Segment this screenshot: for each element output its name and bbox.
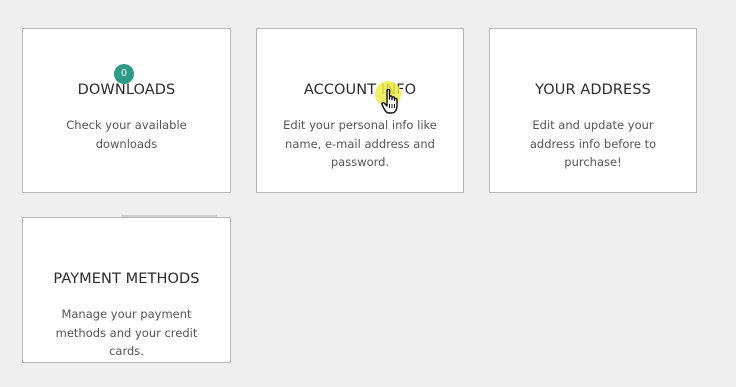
downloads-card[interactable]: DOWNLOADS Check your available downloads <box>22 28 231 193</box>
your-address-title: YOUR ADDRESS <box>535 82 651 98</box>
payment-methods-description: Manage your payment methods and your cre… <box>55 307 198 358</box>
payment-methods-card[interactable]: PAYMENT METHODS Manage your payment meth… <box>22 217 231 363</box>
card-top-divider <box>121 215 217 217</box>
downloads-description: Check your available downloads <box>66 118 187 151</box>
downloads-title: DOWNLOADS <box>77 82 176 98</box>
hand-pointer-icon <box>381 88 403 121</box>
downloads-count-badge: 0 <box>114 64 134 84</box>
account-info-title: ACCOUNT INFO <box>303 82 417 98</box>
payment-methods-title: PAYMENT METHODS <box>53 271 200 287</box>
account-info-description: Edit your personal info like name, e-mai… <box>283 118 437 169</box>
your-address-card[interactable]: YOUR ADDRESS Edit and update your addres… <box>489 28 697 193</box>
your-address-description: Edit and update your address info before… <box>529 118 657 169</box>
account-info-card[interactable]: ACCOUNT INFO Edit your personal info lik… <box>256 28 464 193</box>
